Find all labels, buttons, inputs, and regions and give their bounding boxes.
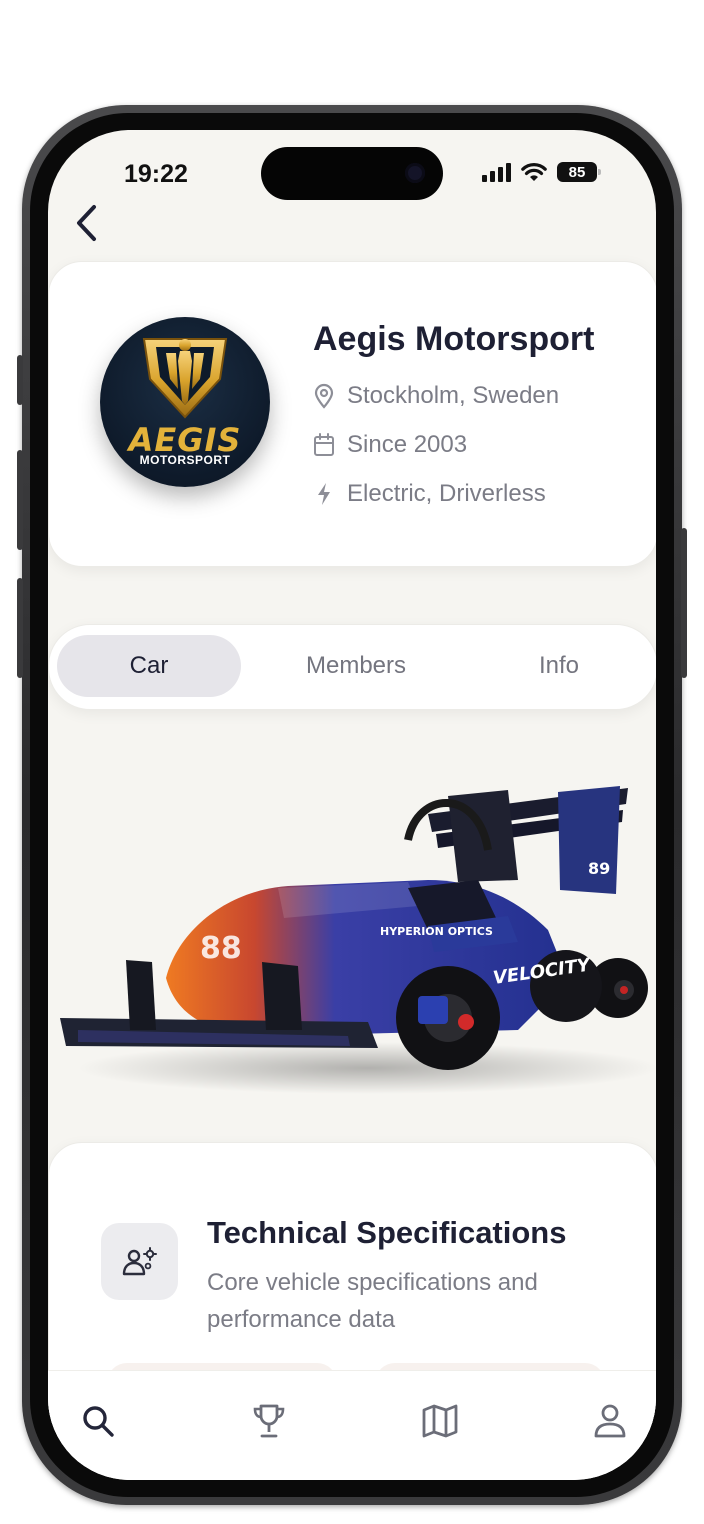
calendar-icon [314,433,334,456]
team-location-text: Stockholm, Sweden [347,382,560,409]
team-logo: AEGIS MOTORSPORT [100,317,270,487]
side-button-volume-down [17,578,23,678]
tab-car[interactable]: Car [57,635,241,697]
team-card: AEGIS MOTORSPORT Aegis Motorsport Stockh… [48,261,656,567]
tab-members[interactable]: Members [261,635,451,697]
map-icon [422,1404,458,1438]
camera-lens [405,163,425,183]
location-pin-icon [314,383,334,409]
nav-search[interactable] [76,1399,120,1443]
specs-subtitle: Core vehicle specifications and performa… [207,1269,538,1333]
car-image: 88 HYPERION OPTICS VELOCITY 89 [48,730,656,1140]
dynamic-island [261,147,443,200]
nav-map[interactable] [418,1399,462,1443]
side-button-volume-up [17,450,23,550]
car-sponsor-text: HYPERION OPTICS [380,925,493,938]
car-number: 88 [200,931,242,966]
engineer-gears-icon [122,1246,157,1275]
lightning-bolt-icon [318,483,330,505]
team-category-text: Electric, Driverless [347,480,546,507]
side-button-power [681,528,687,678]
nav-trophy[interactable] [247,1399,291,1443]
battery-icon: 85 [557,162,601,182]
team-category: Electric, Driverless [313,480,546,508]
search-icon [83,1406,114,1437]
car-wing-number: 89 [588,859,610,878]
shield-emblem-icon [142,338,228,419]
specs-title: Technical Specifications [207,1215,567,1250]
team-name: Aegis Motorsport [313,320,595,358]
signal-icon [482,162,511,182]
status-icons: 85 [482,162,601,182]
tab-bar: Car Members Info [48,624,656,710]
nav-profile[interactable] [588,1399,632,1443]
tab-info[interactable]: Info [469,635,649,697]
profile-icon [594,1404,626,1438]
screen: 19:22 85 AEGIS MOTORSPORT Aegis Motorspo… [48,130,656,1480]
trophy-icon [253,1404,285,1438]
race-car-illustration: 88 HYPERION OPTICS VELOCITY 89 [60,786,656,1094]
chevron-left-icon [77,205,96,241]
team-location: Stockholm, Sweden [313,382,559,410]
wifi-icon [521,163,547,181]
status-time: 19:22 [124,160,188,188]
battery-level: 85 [568,163,586,181]
side-button-action [17,355,23,405]
back-button[interactable] [66,200,106,246]
logo-subtext: MOTORSPORT [139,453,231,467]
bottom-nav [48,1370,656,1480]
team-since: Since 2003 [313,431,467,459]
team-since-text: Since 2003 [347,431,468,458]
spec-icon-box [101,1223,178,1300]
